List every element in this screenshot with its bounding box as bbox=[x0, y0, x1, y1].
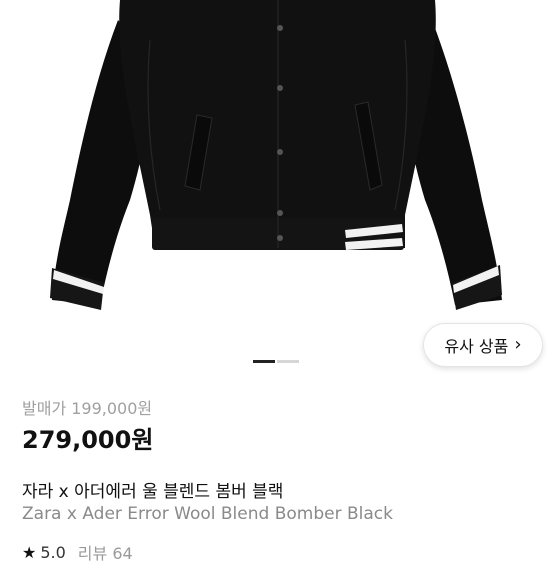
similar-products-button[interactable]: 유사 상품 › bbox=[423, 323, 543, 367]
rating-row[interactable]: ★ 5.0 리뷰 64 bbox=[22, 540, 133, 564]
carousel-dot bbox=[277, 360, 299, 363]
similar-products-label: 유사 상품 bbox=[444, 337, 509, 356]
release-price: 발매가 199,000원 bbox=[22, 399, 153, 418]
star-icon: ★ bbox=[22, 542, 37, 562]
product-image[interactable] bbox=[0, 0, 555, 375]
current-price: 279,000원 bbox=[22, 426, 154, 454]
carousel-dot-active bbox=[253, 360, 275, 363]
product-title-english: Zara x Ader Error Wool Blend Bomber Blac… bbox=[22, 504, 393, 524]
chevron-right-icon: › bbox=[514, 334, 522, 355]
jacket-illustration bbox=[50, 0, 502, 310]
product-title-korean: 자라 x 아더에러 울 블렌드 봄버 블랙 bbox=[22, 482, 284, 502]
carousel-indicator bbox=[253, 360, 299, 364]
rating-value: 5.0 bbox=[40, 542, 66, 562]
review-count[interactable]: 리뷰 64 bbox=[78, 540, 133, 564]
